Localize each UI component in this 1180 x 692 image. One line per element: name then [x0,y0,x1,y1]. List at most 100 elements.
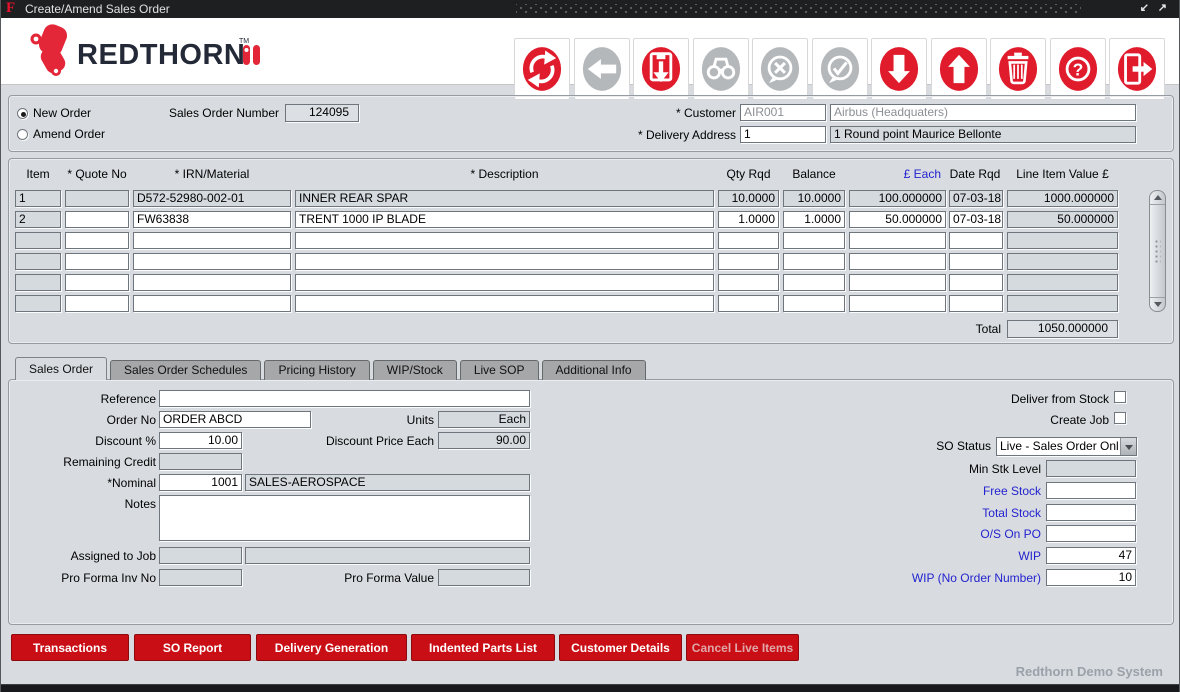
cell-irn[interactable] [133,295,291,312]
cell-each[interactable] [849,253,946,270]
cell-balance[interactable] [783,274,845,291]
find-button [693,38,749,100]
tab-sales-order-schedules[interactable]: Sales Order Schedules [110,360,261,380]
new-order-radio[interactable] [17,108,28,119]
cell-each[interactable] [849,232,946,249]
col-header-irn: * IRN/Material [133,167,291,181]
cell-quote[interactable] [65,232,129,249]
svg-text:?: ? [1073,60,1084,80]
cell-each[interactable] [849,295,946,312]
cell-date[interactable]: 07-03-18 [949,211,1003,228]
delivery-code-field[interactable]: 1 [740,126,826,143]
so-report-button[interactable]: SO Report [134,634,251,661]
min-stk-level-label: Min Stk Level [901,462,1041,477]
customer-name-field[interactable]: Airbus (Headquaters) [830,104,1136,121]
so-status-label: SO Status [861,439,991,454]
os-on-po-link[interactable]: O/S On PO [901,527,1041,542]
cell-qty[interactable]: 1.0000 [718,211,779,228]
amend-order-radio[interactable] [17,129,28,140]
wip-field[interactable]: 47 [1046,547,1136,564]
cell-date[interactable] [949,232,1003,249]
cell-irn[interactable] [133,253,291,270]
total-stock-field[interactable] [1046,504,1136,521]
scroll-up-icon[interactable] [1150,191,1165,205]
cell-each[interactable]: 50.000000 [849,211,946,228]
order-no-field[interactable]: ORDER ABCD [159,411,311,428]
save-button[interactable] [633,38,689,100]
wip-no-order-field[interactable]: 10 [1046,569,1136,586]
scroll-down-icon[interactable] [1150,297,1165,311]
line-items-group [8,158,1174,344]
cell-item: 1 [15,190,61,207]
so-status-dropdown[interactable]: Live - Sales Order Only [996,437,1137,456]
cell-irn[interactable] [133,232,291,249]
cell-balance[interactable] [783,253,845,270]
nominal-code-field[interactable]: 1001 [159,474,242,491]
tab-live-sop[interactable]: Live SOP [460,360,539,380]
cell-irn[interactable]: FW63838 [133,211,291,228]
cell-date[interactable] [949,253,1003,270]
cell-quote[interactable] [65,274,129,291]
create-job-checkbox[interactable] [1114,412,1126,424]
chevron-down-icon[interactable] [1120,438,1136,455]
cell-balance[interactable] [783,295,845,312]
refresh-button[interactable] [514,38,570,100]
cell-qty[interactable] [718,295,779,312]
customer-code-field[interactable]: AIR001 [740,104,826,121]
iconify-icon[interactable]: ↙ [1140,1,1149,14]
transactions-button[interactable]: Transactions [11,634,129,661]
cell-date[interactable] [949,274,1003,291]
free-stock-link[interactable]: Free Stock [901,484,1041,499]
cell-desc[interactable] [295,253,714,270]
exit-button[interactable] [1109,38,1165,100]
bottom-bar [1,684,1179,692]
help-button[interactable]: ? [1050,38,1106,100]
remaining-credit-label: Remaining Credit [16,455,156,470]
cell-irn[interactable] [133,274,291,291]
delivery-generation-button[interactable]: Delivery Generation [256,634,407,661]
cell-quote[interactable] [65,295,129,312]
discount-field[interactable]: 10.00 [159,432,242,449]
cell-each[interactable] [849,274,946,291]
total-stock-link[interactable]: Total Stock [901,506,1041,521]
cell-desc[interactable] [295,274,714,291]
wip-link[interactable]: WIP [901,549,1041,564]
deliver-from-stock-checkbox[interactable] [1114,391,1126,403]
notes-field[interactable] [159,495,530,541]
svg-text:TM: TM [239,38,249,45]
cell-desc[interactable]: TRENT 1000 IP BLADE [295,211,714,228]
maximize-icon[interactable]: ↗ [1158,1,1167,14]
window-title: Create/Amend Sales Order [25,2,170,16]
app-window: F Create/Amend Sales Order ↙ ↗ REDTHORN … [0,0,1180,692]
cell-qty[interactable] [718,274,779,291]
cell-qty[interactable] [718,253,779,270]
reference-field[interactable] [159,390,530,407]
customer-details-button[interactable]: Customer Details [559,634,682,661]
cell-balance[interactable] [783,232,845,249]
cell-qty[interactable] [718,232,779,249]
toolbar: REDTHORN TM [1,18,1179,85]
cell-quote[interactable] [65,253,129,270]
cell-desc[interactable] [295,295,714,312]
up-arrow-icon [937,45,981,93]
tab-pricing-history[interactable]: Pricing History [264,360,369,380]
cell-date[interactable] [949,295,1003,312]
tab-sales-order[interactable]: Sales Order [15,357,107,380]
indented-parts-list-button[interactable]: Indented Parts List [411,634,555,661]
grid-scrollbar[interactable] [1149,190,1166,312]
move-down-button[interactable] [871,38,927,100]
cell-quote[interactable] [65,211,129,228]
delete-button[interactable] [990,38,1046,100]
tab-additional-info[interactable]: Additional Info [542,360,646,380]
os-on-po-field[interactable] [1046,525,1136,542]
col-header-each-link[interactable]: £ Each [849,167,941,181]
cell-balance[interactable]: 1.0000 [783,211,845,228]
wip-no-order-link[interactable]: WIP (No Order Number) [861,571,1041,586]
reference-label: Reference [16,392,156,407]
cell-desc[interactable] [295,232,714,249]
move-up-button[interactable] [931,38,987,100]
help-icon: ? [1056,45,1100,93]
tab-wip-stock[interactable]: WIP/Stock [373,360,457,380]
free-stock-field[interactable] [1046,482,1136,499]
scrollbar-thumb[interactable] [1154,239,1161,263]
